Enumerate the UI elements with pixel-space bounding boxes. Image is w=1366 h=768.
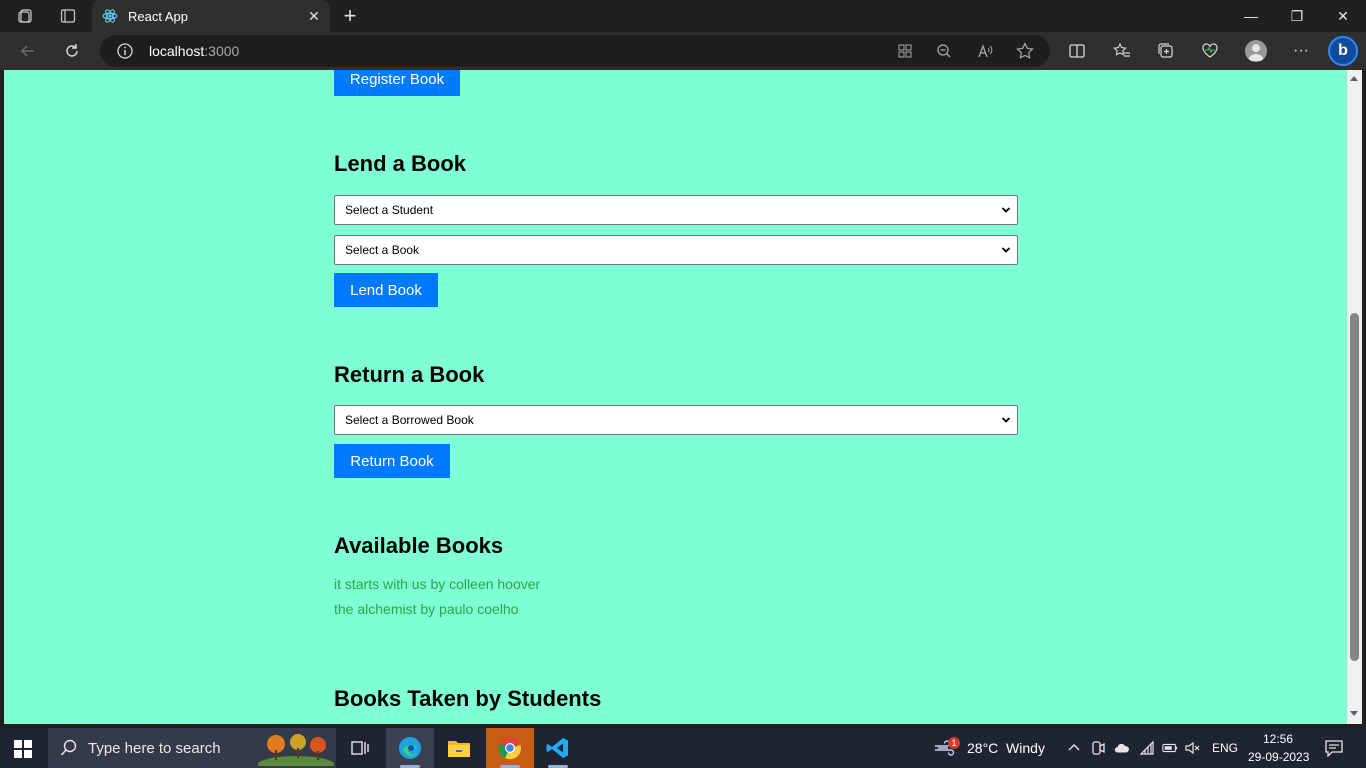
workspaces-icon[interactable] <box>16 6 36 26</box>
autumn-trees-search-highlight-icon <box>258 734 334 766</box>
available-heading: Available Books <box>334 533 504 558</box>
refresh-icon[interactable] <box>60 39 84 63</box>
close-tab-icon[interactable]: ✕ <box>306 8 322 24</box>
onedrive-cloud-icon[interactable] <box>1114 740 1130 756</box>
zoom-out-icon[interactable] <box>935 42 953 60</box>
search-placeholder: Type here to search <box>88 740 221 757</box>
return-book-button[interactable]: Return Book <box>334 444 450 478</box>
notifications-icon[interactable] <box>1325 739 1343 757</box>
vscode-taskbar-icon[interactable] <box>534 728 582 768</box>
read-aloud-icon[interactable] <box>976 42 994 60</box>
chevron-down-icon <box>1001 207 1011 213</box>
site-info-icon[interactable] <box>116 42 134 60</box>
url-host: localhost <box>149 43 205 59</box>
tab-title: React App <box>128 8 188 24</box>
window-edge <box>1362 70 1366 724</box>
scroll-down-arrow-icon[interactable] <box>1350 711 1358 716</box>
new-tab-icon[interactable]: + <box>340 3 360 28</box>
lend-heading: Lend a Book <box>334 151 467 176</box>
scroll-thumb[interactable] <box>1350 313 1359 661</box>
lend-book-button[interactable]: Lend Book <box>334 273 438 307</box>
chrome-taskbar-icon[interactable] <box>486 728 534 768</box>
chevron-down-icon <box>1001 417 1011 423</box>
available-book-item: it starts with us by colleen hoover <box>334 576 541 592</box>
volume-muted-icon[interactable] <box>1185 740 1201 756</box>
weather-text[interactable]: 28°C Windy <box>967 740 1045 756</box>
minimize-button[interactable]: — <box>1228 0 1274 32</box>
weather-badge: 1 <box>948 737 960 749</box>
meet-now-icon[interactable] <box>1090 740 1106 756</box>
language-indicator[interactable]: ENG <box>1212 741 1238 755</box>
tab-actions-icon[interactable] <box>58 6 78 26</box>
favorites-icon[interactable] <box>1110 39 1134 63</box>
chevron-down-icon <box>1001 247 1011 253</box>
bing-copilot-icon[interactable]: b <box>1328 36 1358 66</box>
favorite-star-icon[interactable] <box>1016 42 1034 60</box>
back-arrow-icon[interactable] <box>16 39 40 63</box>
tab-react-app[interactable]: React App ✕ <box>92 0 330 32</box>
page-viewport: Register Book Lend a Book Select a Stude… <box>4 70 1347 724</box>
borrowed-book-select[interactable]: Select a Borrowed Book <box>334 405 1018 435</box>
battery-icon[interactable] <box>1162 740 1178 756</box>
student-select[interactable]: Select a Student <box>334 195 1018 225</box>
window-close-button[interactable]: ✕ <box>1320 0 1366 32</box>
taken-heading: Books Taken by Students <box>334 686 602 711</box>
search-icon <box>60 739 77 756</box>
wifi-icon[interactable] <box>1139 740 1155 756</box>
split-screen-icon[interactable] <box>1065 39 1089 63</box>
book-select-value: Select a Book <box>345 243 420 257</box>
clock-date[interactable]: 29-09-2023 <box>1248 750 1309 764</box>
browser-titlebar: React App ✕ + — ❐ ✕ <box>0 0 1366 32</box>
chevron-up-icon[interactable] <box>1066 740 1082 756</box>
browser-toolbar: localhost:3000 ··· <box>0 32 1366 70</box>
scroll-up-arrow-icon[interactable] <box>1350 76 1358 81</box>
clock-time[interactable]: 12:56 <box>1263 732 1293 746</box>
available-book-item: the alchemist by paulo coelho <box>334 601 519 617</box>
address-bar[interactable]: localhost:3000 <box>100 35 1050 67</box>
windows-start-icon[interactable] <box>14 740 32 758</box>
windows-taskbar: Type here to search 1 28°C Windy ENG 12:… <box>0 728 1366 768</box>
more-options-icon[interactable]: ··· <box>1289 39 1313 63</box>
task-view-icon[interactable] <box>336 728 384 768</box>
profile-avatar[interactable] <box>1245 40 1267 62</box>
return-heading: Return a Book <box>334 362 485 387</box>
book-select[interactable]: Select a Book <box>334 235 1018 265</box>
react-logo-icon <box>102 8 118 24</box>
url-text[interactable]: localhost:3000 <box>149 43 239 59</box>
restore-button[interactable]: ❐ <box>1274 0 1320 32</box>
register-book-button[interactable]: Register Book <box>334 70 460 96</box>
collections-icon[interactable] <box>1154 39 1178 63</box>
app-available-icon[interactable] <box>896 42 914 60</box>
borrowed-book-select-value: Select a Borrowed Book <box>345 413 474 427</box>
student-select-value: Select a Student <box>345 203 434 217</box>
file-explorer-icon[interactable] <box>435 728 483 768</box>
url-port: :3000 <box>204 43 240 59</box>
edge-taskbar-icon[interactable] <box>386 728 434 768</box>
vertical-scrollbar[interactable] <box>1347 70 1362 724</box>
browser-essentials-icon[interactable] <box>1198 39 1222 63</box>
